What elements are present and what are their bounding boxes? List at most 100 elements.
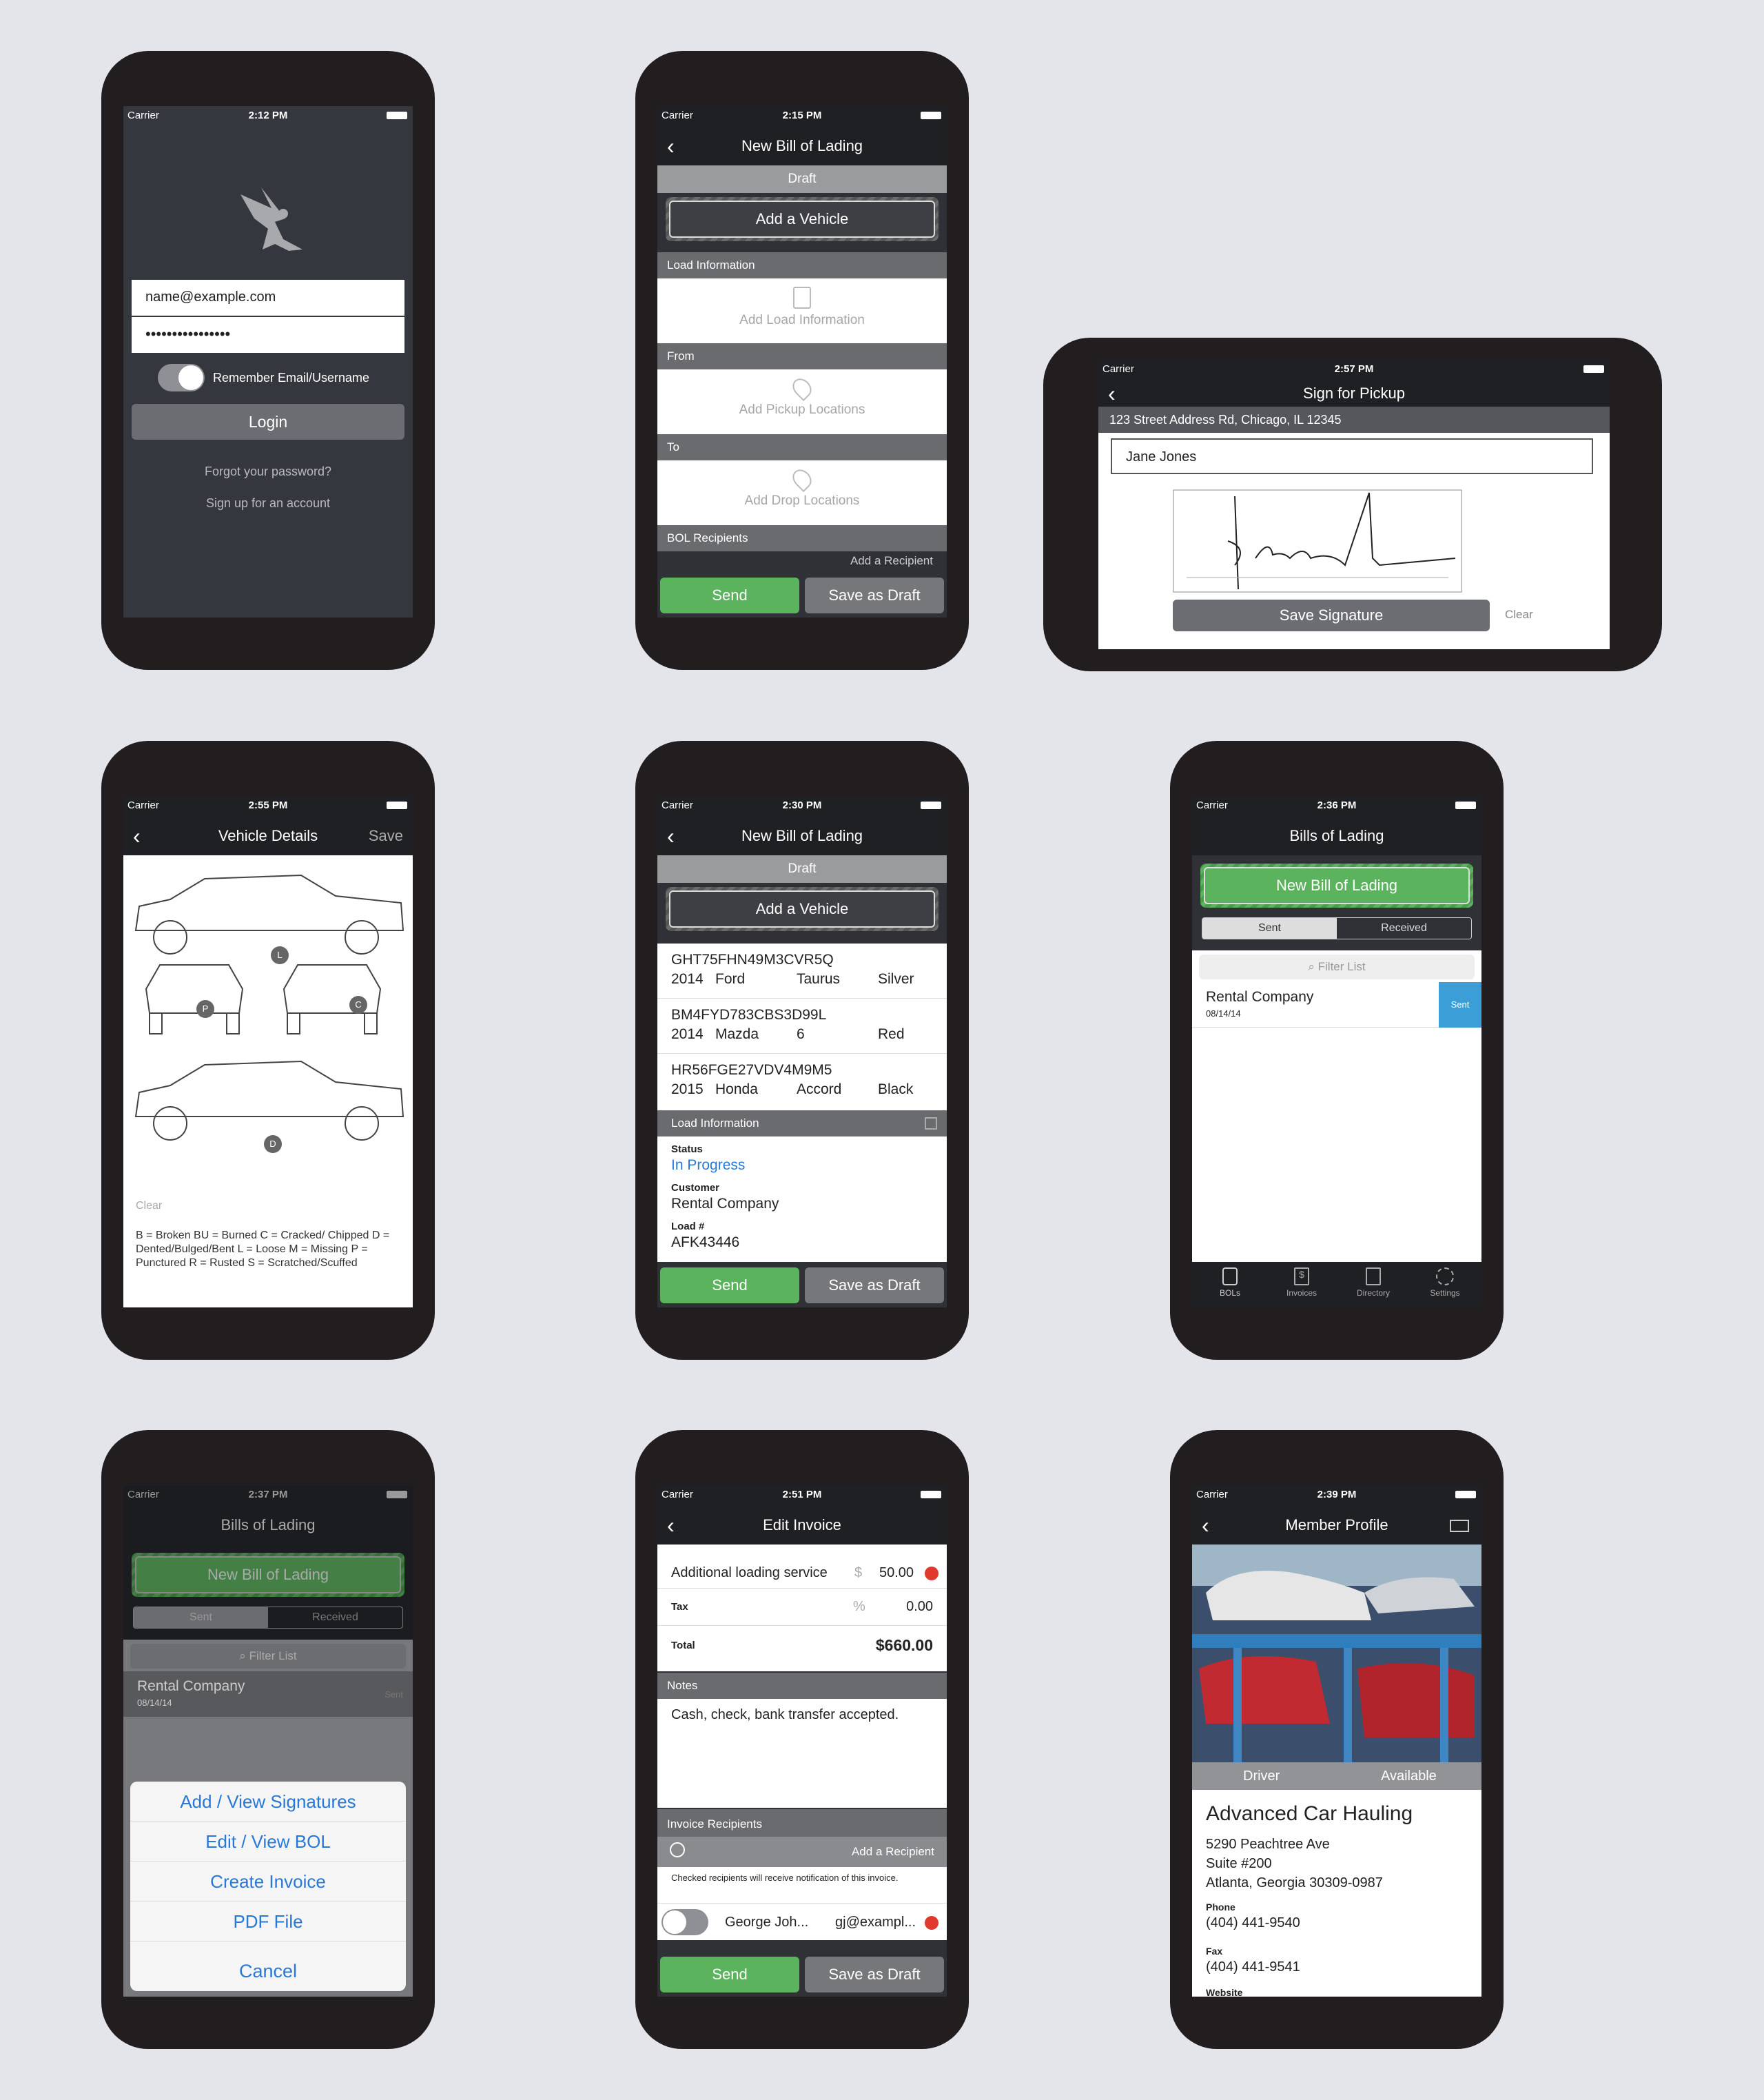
load-details: Status In Progress Customer Rental Compa… [657,1136,947,1262]
login-screen: Carrier 2:12 PM name@example.com ••••••••… [123,106,413,618]
forgot-link[interactable]: Forgot your password? [123,465,413,479]
phone-invoice: Carrier 2:51 PM ‹ Edit Invoice Additional … [635,1430,969,2049]
segment-sent[interactable]: Sent [1202,918,1337,939]
vehicle-list: GHT75FHN49M3CVR5Q 2014 Ford Taurus Silver B… [657,944,947,1110]
recipient-row: George Joh... gj@exampl... [657,1903,947,1940]
add-vehicle-button[interactable]: Add a Vehicle [666,197,939,241]
add-load-row[interactable]: Add Load Information [657,278,947,343]
add-recipient-link[interactable]: Add a Recipient [850,554,933,568]
address-bar: 123 Street Address Rd, Chicago, IL 12345 [1098,407,1610,433]
total-row: Total $660.00 [671,1636,933,1654]
phone-new-bol: Carrier 2:15 PM ‹ New Bill of Lading Draft… [635,51,969,670]
edit-icon[interactable] [925,1117,937,1130]
battery-icon [387,112,407,119]
phone-bol-vehicles: Carrier 2:30 PM ‹ New Bill of Lading Draft… [635,741,969,1360]
damage-legend: B = Broken BU = Burned C = Cracked/ Chip… [136,1230,390,1269]
sheet-item[interactable]: PDF File [130,1902,406,1941]
save-signature-button[interactable]: Save Signature [1173,600,1490,631]
battery-icon [387,1491,407,1498]
send-button[interactable]: Send [660,1957,799,1992]
recipient-search-row[interactable]: Add a Recipient [657,1837,947,1867]
vehicle-row[interactable]: BM4FYD783CBS3D99L 2014 Mazda 6 Red [657,999,947,1054]
remember-toggle[interactable] [158,364,205,391]
phone-link[interactable]: (404) 441-9540 [1206,1915,1300,1931]
vehicle-row[interactable]: HR56FGE27VDV4M9M5 2015 Honda Accord Black [657,1054,947,1109]
search-icon: ⌕ [239,1649,249,1662]
tab-directory[interactable]: Directory [1342,1267,1404,1298]
clear-link[interactable]: Clear [136,1200,162,1212]
vehicle-screen: Carrier 2:55 PM ‹ Vehicle Details Save L P … [123,796,413,1307]
back-icon[interactable]: ‹ [133,817,141,855]
add-drop-row[interactable]: Add Drop Locations [657,460,947,525]
book-icon [1366,1267,1381,1285]
damage-mark[interactable]: C [349,996,367,1014]
signature-pad[interactable] [1173,489,1462,593]
new-bol-button: New Bill of Lading [132,1553,404,1597]
notes-field[interactable]: Cash, check, bank transfer accepted. [657,1699,947,1808]
save-draft-button[interactable]: Save as Draft [805,1267,944,1303]
add-recipient-button[interactable]: Add a Recipient [852,1845,934,1859]
sign-screen: Carrier 2:57 PM ‹ Sign for Pickup 123 Stre… [1098,360,1610,649]
signup-link[interactable]: Sign up for an account [123,496,413,511]
signer-name-field[interactable]: Jane Jones [1111,438,1593,474]
profile-screen: Carrier 2:39 PM ‹ Member Profile Driver Av… [1192,1485,1481,1997]
save-draft-button[interactable]: Save as Draft [805,578,944,613]
back-icon[interactable]: ‹ [667,817,675,855]
back-icon[interactable]: ‹ [1202,1506,1209,1545]
segment-received[interactable]: Received [1337,918,1471,939]
section-from: From [657,343,947,369]
back-icon[interactable]: ‹ [667,127,675,165]
tab-settings[interactable]: Settings [1414,1267,1476,1298]
filter-input[interactable]: ⌕ Filter List [1199,955,1475,979]
clear-link[interactable]: Clear [1505,608,1533,622]
password-field[interactable]: •••••••••••••••• [132,317,404,353]
vehicle-row[interactable]: GHT75FHN49M3CVR5Q 2014 Ford Taurus Silver [657,944,947,999]
battery-icon [1583,365,1604,373]
battery-icon [921,1491,941,1498]
location-pin-icon [788,374,816,402]
clipboard-icon [793,287,811,309]
nav-title: Vehicle Details [218,827,318,844]
tab-bar: BOLs $ Invoices Directory Settings [1192,1262,1481,1307]
save-button[interactable]: Save [369,817,403,855]
tax-row[interactable]: Tax % 0.00 [657,1589,947,1626]
line-item[interactable]: Additional loading service $ 50.00 [657,1557,947,1589]
nav-title: Bills of Lading [220,1516,316,1533]
damage-mark[interactable]: L [271,946,289,964]
sheet-item[interactable]: Add / View Signatures [130,1782,406,1822]
mail-icon[interactable] [1450,1520,1469,1532]
send-button[interactable]: Send [660,1267,799,1303]
new-bol-button[interactable]: New Bill of Lading [1200,864,1473,908]
sheet-item[interactable]: Create Invoice [130,1862,406,1902]
nav-title: Edit Invoice [763,1516,841,1533]
remove-icon[interactable] [925,1916,939,1930]
phone-bol-list: Carrier 2:36 PM Bills of Lading New Bill … [1170,741,1504,1360]
list-item: Rental Company 08/14/14 Sent [123,1671,413,1717]
nav-title: New Bill of Lading [741,137,863,154]
save-draft-button[interactable]: Save as Draft [805,1957,944,1992]
send-button[interactable]: Send [660,578,799,613]
battery-icon [1455,1491,1476,1498]
car-icon [1222,1267,1238,1285]
back-icon[interactable]: ‹ [1108,380,1116,407]
add-vehicle-button[interactable]: Add a Vehicle [666,887,939,931]
draft-bar: Draft [657,855,947,883]
damage-mark[interactable]: D [264,1135,282,1153]
nav-title: Sign for Pickup [1303,385,1405,402]
cancel-button[interactable]: Cancel [130,1951,406,1991]
tab-invoices[interactable]: $ Invoices [1271,1267,1333,1298]
sheet-item[interactable]: Edit / View BOL [130,1822,406,1862]
new-bol-screen: Carrier 2:15 PM ‹ New Bill of Lading Draft… [657,106,947,618]
section-load: Load Information [657,252,947,278]
back-icon[interactable]: ‹ [667,1506,675,1545]
damage-mark[interactable]: P [196,1000,214,1018]
remove-icon[interactable] [925,1567,939,1580]
tab-bols[interactable]: BOLs [1199,1267,1261,1298]
email-field[interactable]: name@example.com [132,280,404,316]
recipient-toggle[interactable] [662,1909,708,1935]
add-pickup-row[interactable]: Add Pickup Locations [657,369,947,434]
bol-list-screen: Carrier 2:36 PM Bills of Lading New Bill … [1192,796,1481,1307]
list-item[interactable]: Rental Company 08/14/14 Sent [1192,982,1481,1028]
login-button[interactable]: Login [132,404,404,440]
phone-action-sheet: Carrier 2:37 PM Bills of Lading New Bill … [101,1430,435,2049]
